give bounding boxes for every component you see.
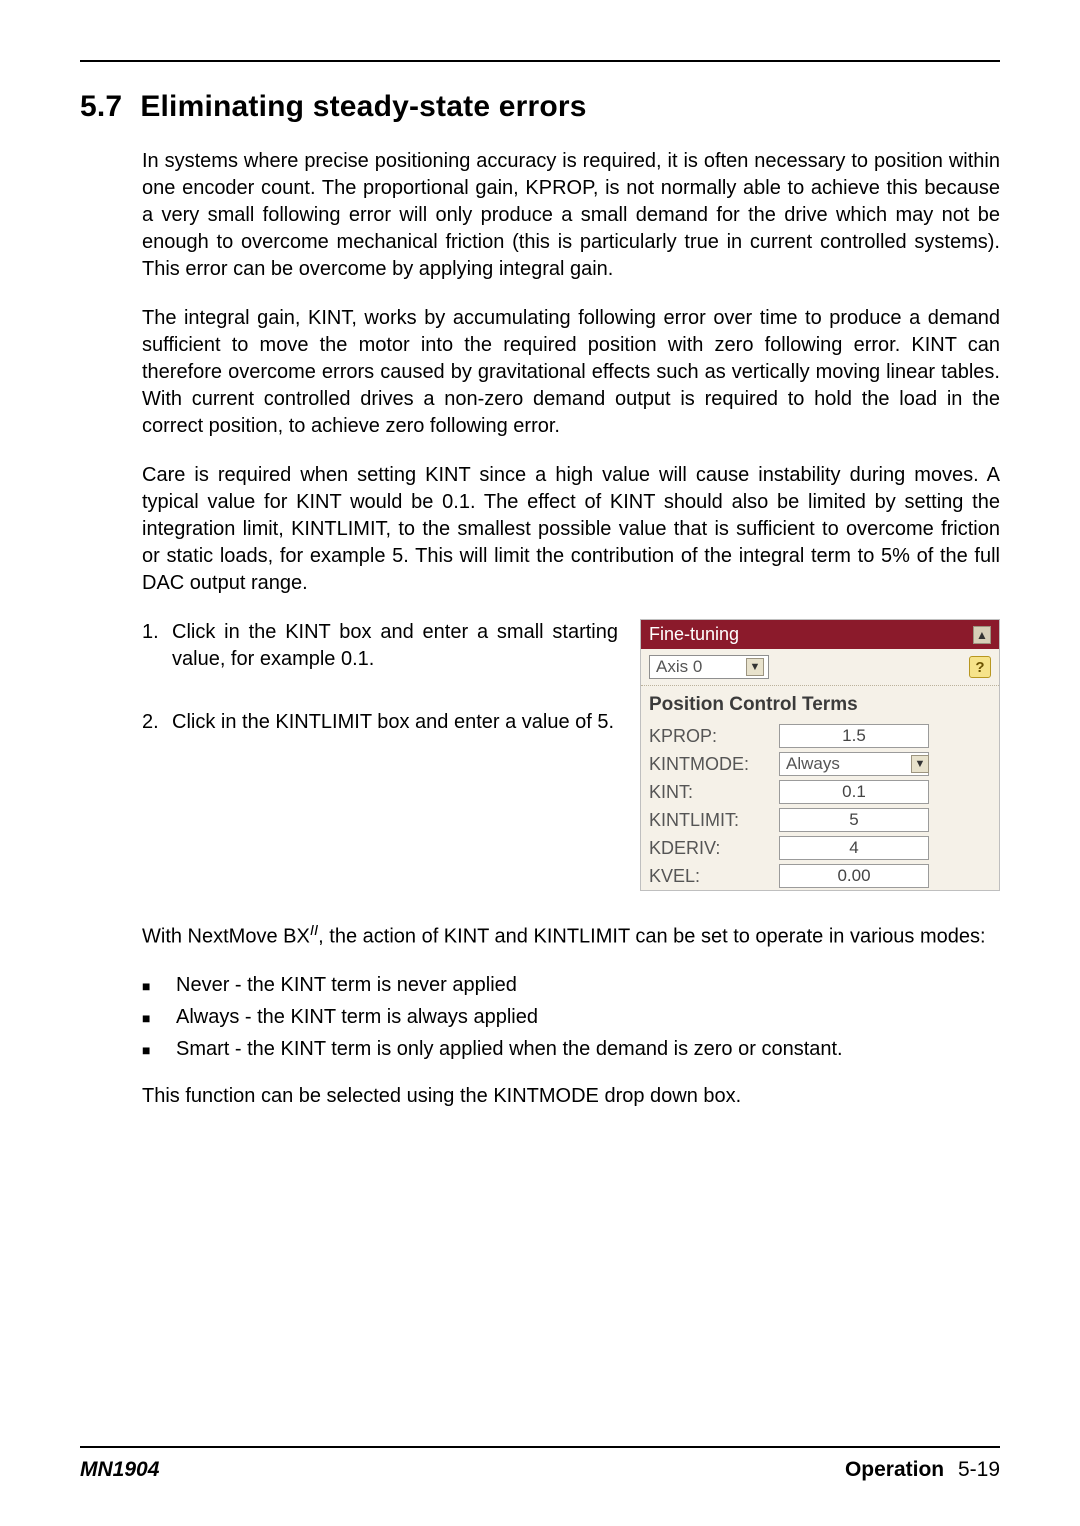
step-and-panel-row: 1. Click in the KINT box and enter a sma… <box>142 619 1000 891</box>
panel-subhead: Position Control Terms <box>641 686 999 722</box>
section-heading: 5.7 Eliminating steady-state errors <box>80 90 1000 124</box>
kintmode-value: Always <box>786 754 840 774</box>
param-row-kvel: KVEL: 0.00 <box>641 862 999 890</box>
step-number: 2. <box>142 709 172 736</box>
modes-intro-suffix: , the action of KINT and KINTLIMIT can b… <box>318 926 985 948</box>
panel-title: Fine-tuning <box>649 624 973 645</box>
closing-paragraph: This function can be selected using the … <box>142 1083 1000 1110</box>
footer-right: Operation 5-19 <box>845 1458 1000 1482</box>
param-label: KINTMODE: <box>649 754 779 775</box>
page-footer: MN1904 Operation 5-19 <box>80 1446 1000 1482</box>
kvel-input[interactable]: 0.00 <box>779 864 929 888</box>
axis-row: Axis 0 ▼ ? <box>641 649 999 686</box>
param-label: KPROP: <box>649 726 779 747</box>
doc-id: MN1904 <box>80 1458 159 1482</box>
steps-column: 1. Click in the KINT box and enter a sma… <box>142 619 618 891</box>
param-row-kintlimit: KINTLIMIT: 5 <box>641 806 999 834</box>
modes-intro: With NextMove BXII, the action of KINT a… <box>142 921 1000 951</box>
list-item: ■ Always - the KINT term is always appli… <box>142 1001 1000 1033</box>
modes-list: ■ Never - the KINT term is never applied… <box>142 969 1000 1065</box>
section-number: 5.7 <box>80 90 122 123</box>
list-item: ■ Never - the KINT term is never applied <box>142 969 1000 1001</box>
panel-column: Fine-tuning ▲ Axis 0 ▼ ? Position Contro… <box>640 619 1000 891</box>
param-row-kintmode: KINTMODE: Always ▼ <box>641 750 999 778</box>
collapse-icon[interactable]: ▲ <box>973 626 991 644</box>
step-number: 1. <box>142 619 172 673</box>
param-row-kprop: KPROP: 1.5 <box>641 722 999 750</box>
axis-select[interactable]: Axis 0 ▼ <box>649 655 769 679</box>
param-label: KDERIV: <box>649 838 779 859</box>
bullet-text: Smart - the KINT term is only applied wh… <box>176 1033 843 1065</box>
panel-header: Fine-tuning ▲ <box>641 620 999 649</box>
list-item: ■ Smart - the KINT term is only applied … <box>142 1033 1000 1065</box>
bullet-text: Never - the KINT term is never applied <box>176 969 517 1001</box>
paragraph-2: The integral gain, KINT, works by accumu… <box>142 305 1000 440</box>
param-row-kderiv: KDERIV: 4 <box>641 834 999 862</box>
kintmode-select[interactable]: Always ▼ <box>779 752 929 776</box>
kint-input[interactable]: 0.1 <box>779 780 929 804</box>
param-label: KVEL: <box>649 866 779 887</box>
section-title: Eliminating steady-state errors <box>140 90 586 123</box>
footer-rule <box>80 1446 1000 1448</box>
step-item: 2. Click in the KINTLIMIT box and enter … <box>142 709 618 736</box>
help-icon[interactable]: ? <box>969 656 991 678</box>
axis-value: Axis 0 <box>656 657 702 677</box>
param-row-kint: KINT: 0.1 <box>641 778 999 806</box>
step-text: Click in the KINTLIMIT box and enter a v… <box>172 709 618 736</box>
top-rule <box>80 60 1000 62</box>
kprop-input[interactable]: 1.5 <box>779 724 929 748</box>
param-label: KINT: <box>649 782 779 803</box>
kderiv-input[interactable]: 4 <box>779 836 929 860</box>
step-item: 1. Click in the KINT box and enter a sma… <box>142 619 618 673</box>
chevron-down-icon: ▼ <box>746 658 764 676</box>
param-label: KINTLIMIT: <box>649 810 779 831</box>
chevron-down-icon: ▼ <box>911 755 929 773</box>
footer-row: MN1904 Operation 5-19 <box>80 1458 1000 1482</box>
modes-intro-sup: II <box>310 922 318 939</box>
steps-list: 1. Click in the KINT box and enter a sma… <box>142 619 618 736</box>
footer-section: Operation <box>845 1458 944 1481</box>
modes-intro-prefix: With NextMove BX <box>142 926 310 948</box>
bullet-text: Always - the KINT term is always applied <box>176 1001 538 1033</box>
bullet-icon: ■ <box>142 1033 176 1061</box>
step-text: Click in the KINT box and enter a small … <box>172 619 618 673</box>
footer-page: 5-19 <box>958 1458 1000 1481</box>
kintlimit-input[interactable]: 5 <box>779 808 929 832</box>
fine-tuning-panel: Fine-tuning ▲ Axis 0 ▼ ? Position Contro… <box>640 619 1000 891</box>
bullet-icon: ■ <box>142 1001 176 1029</box>
bullet-icon: ■ <box>142 969 176 997</box>
paragraph-1: In systems where precise positioning acc… <box>142 148 1000 283</box>
paragraph-3: Care is required when setting KINT since… <box>142 462 1000 597</box>
